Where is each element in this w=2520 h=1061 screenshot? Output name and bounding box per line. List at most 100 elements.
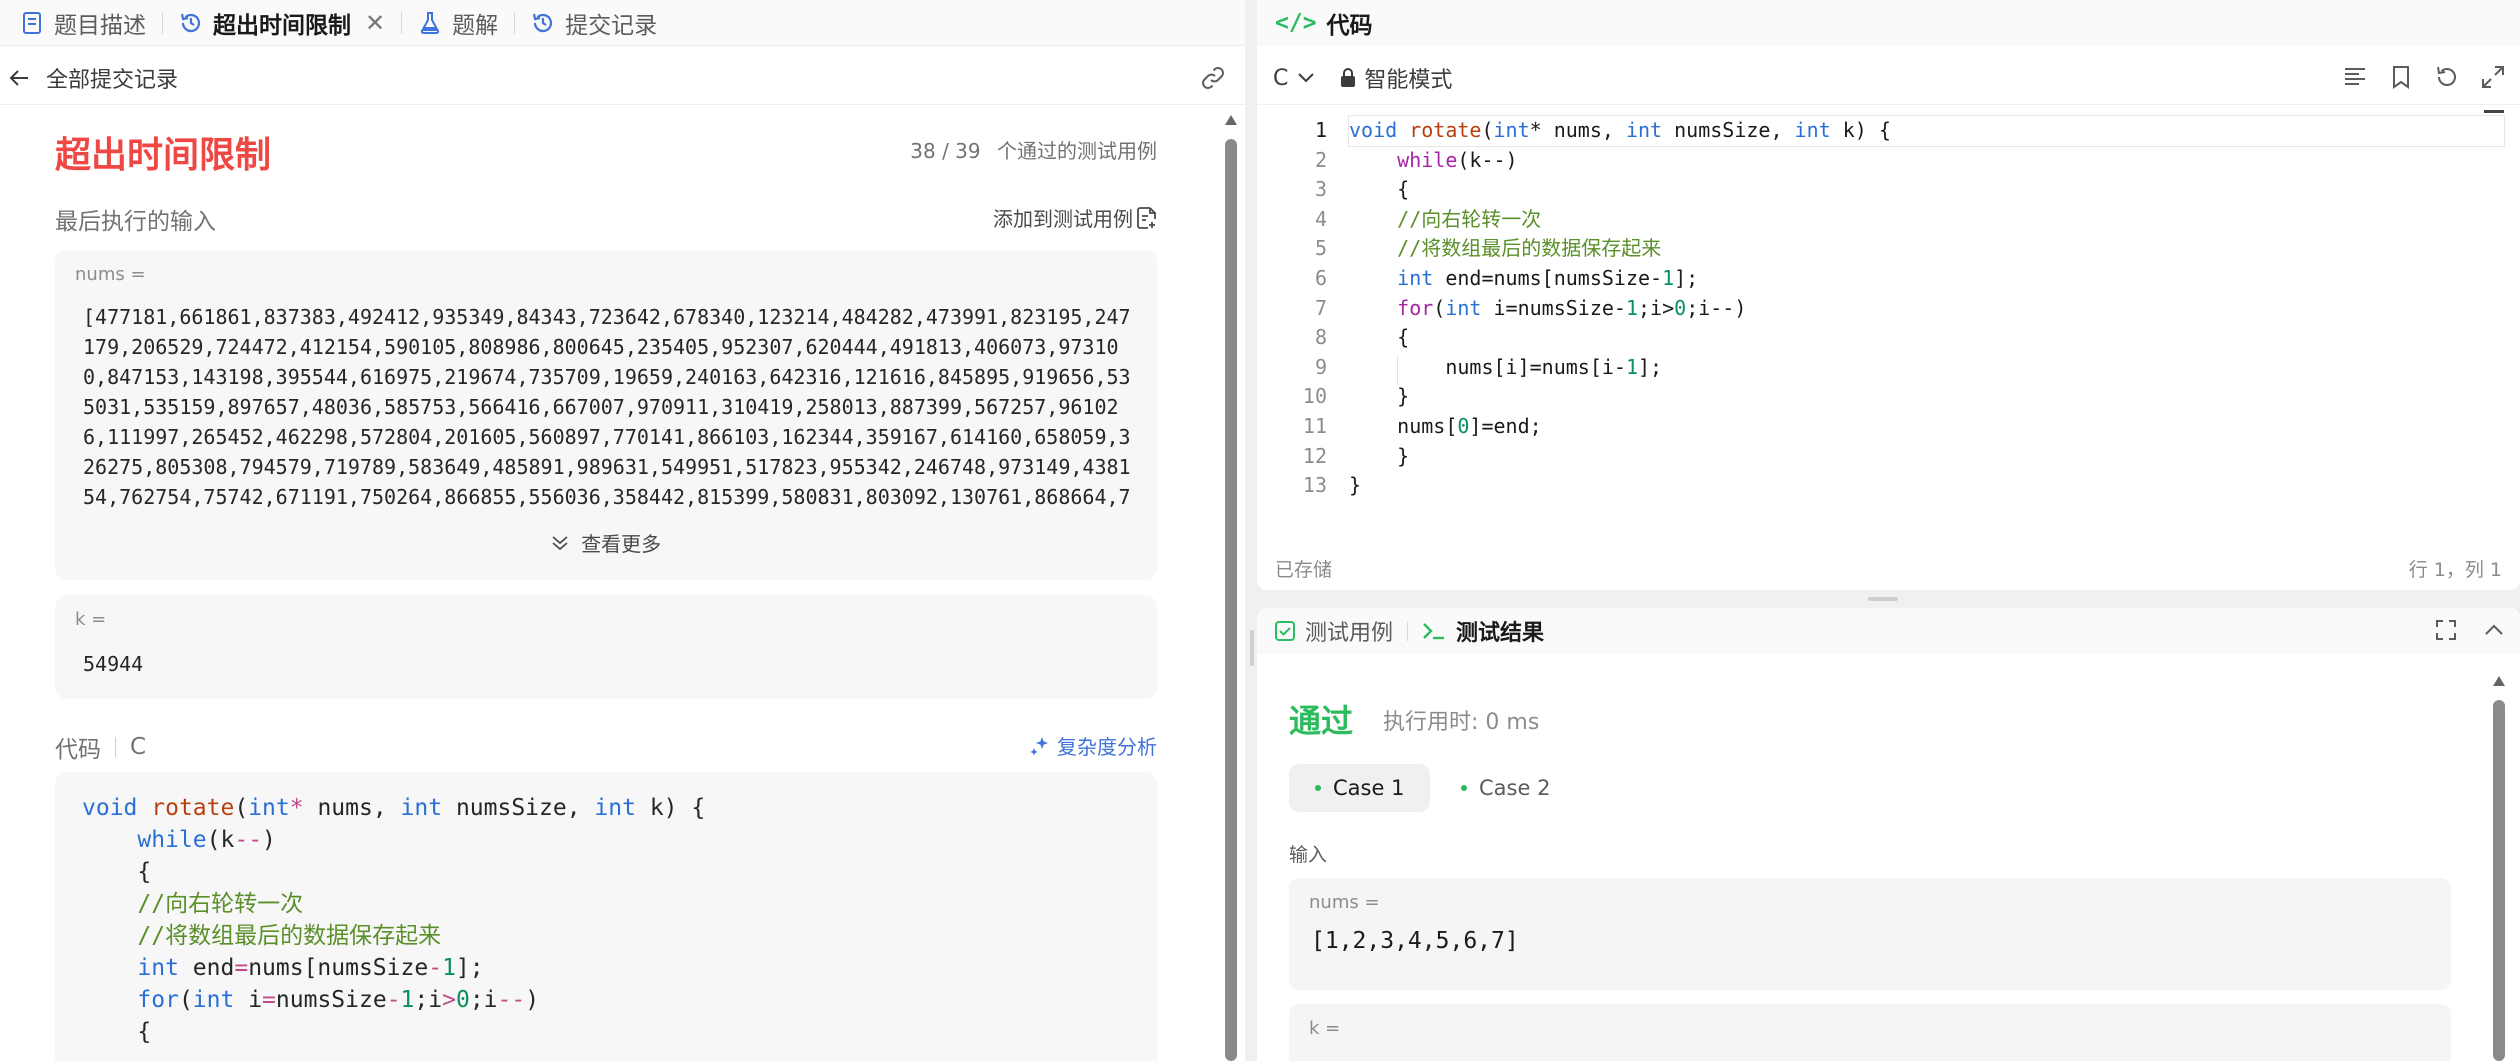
add-to-testcase-button[interactable]: 添加到测试用例 [993, 203, 1157, 232]
breadcrumb: 全部提交记录 [0, 56, 1245, 100]
scroll-up-arrow[interactable] [1225, 115, 1237, 125]
case-tab-1[interactable]: Case 1 [1289, 764, 1431, 812]
nums-var-label: nums = [75, 264, 146, 285]
reset-icon[interactable] [2434, 64, 2460, 96]
complexity-analysis-button[interactable]: 复杂度分析 [1029, 731, 1157, 760]
tab-time-limit[interactable]: 超出时间限制 ✕ [169, 0, 395, 46]
fullscreen-icon[interactable] [2434, 618, 2458, 648]
minimap-marker [2484, 110, 2504, 113]
close-icon[interactable]: ✕ [365, 9, 385, 37]
code-icon: </> [1275, 10, 1317, 36]
passed-suffix: 个通过的测试用例 [997, 139, 1157, 163]
case-tab-2[interactable]: Case 2 [1435, 764, 1576, 812]
line-number: 7 [1314, 295, 1327, 320]
line-number: 2 [1314, 147, 1327, 172]
editor-toolbar: C 智能模式 [1257, 56, 2520, 100]
passed-testcases: 38 / 39 个通过的测试用例 [910, 135, 1157, 164]
cursor-position: 行 1，列 1 [2408, 559, 2502, 581]
tab-testcase[interactable]: 测试用例 [1275, 615, 1393, 647]
all-submissions-link[interactable]: 全部提交记录 [46, 62, 178, 94]
scrollbar-thumb[interactable] [1225, 139, 1237, 1061]
result-verdict: 通过 [1289, 702, 1354, 740]
show-more-button[interactable]: 查看更多 [55, 528, 1157, 557]
submission-status: 超出时间限制 [55, 135, 272, 176]
sparkle-icon [1029, 735, 1051, 757]
code-section-label: 代码 C [55, 730, 146, 764]
language-label: C [1273, 65, 1289, 91]
expand-icon[interactable] [2480, 64, 2506, 96]
tab-solutions[interactable]: 题解 [408, 0, 508, 46]
scroll-up-arrow[interactable] [2493, 676, 2505, 686]
editor-header: </> 代码 [1257, 0, 2520, 46]
horizontal-resize-handle[interactable] [1868, 597, 1898, 601]
tab-label: 题解 [452, 12, 499, 39]
smart-mode-toggle[interactable]: 智能模式 [1340, 62, 1452, 94]
code-editor-text[interactable]: void rotate(int* nums, int numsSize, int… [1348, 115, 2505, 501]
scrollbar[interactable] [1225, 115, 1237, 1061]
editor-actions [2342, 64, 2506, 96]
line-number: 5 [1314, 236, 1327, 261]
submission-panel: 题目描述 超出时间限制 ✕ 题解 提交记录 全部提交记录 超出时间限制 38 /… [0, 0, 1245, 1061]
language-select[interactable]: C [1273, 65, 1315, 91]
bookmark-icon[interactable] [2388, 64, 2414, 96]
code-line: //向右轮转一次 [1397, 206, 1542, 231]
flask-icon [418, 11, 442, 35]
nums-value: [477181,661861,837383,492412,935349,8434… [83, 305, 1131, 509]
code-line: nums[0]=end; [1349, 413, 1542, 438]
tab-label: 测试用例 [1305, 621, 1394, 646]
tab-description[interactable]: 题目描述 [10, 0, 156, 46]
input-label: 输入 [1289, 844, 1328, 866]
pass-dot [1461, 785, 1467, 791]
code-line: while(k--) [137, 827, 276, 853]
code-line: //向右轮转一次 [137, 891, 304, 917]
editor-title: 代码 [1326, 13, 1373, 39]
vertical-resize-handle[interactable] [1250, 630, 1254, 666]
line-number: 9 [1314, 354, 1327, 379]
tab-test-result[interactable]: 测试结果 [1422, 615, 1544, 647]
code-label: 代码 [55, 737, 101, 763]
tab-divider [401, 11, 403, 34]
code-editor-panel: </> 代码 C 智能模式 1 2 3 4 5 6 7 8 9 10 11 12… [1257, 0, 2520, 590]
divider [1257, 104, 2520, 105]
add-file-icon [1137, 206, 1157, 229]
format-icon[interactable] [2342, 64, 2368, 96]
link-icon[interactable] [1199, 64, 1227, 98]
arrow-left-icon[interactable] [8, 67, 30, 89]
code-line: { [82, 859, 152, 885]
save-status: 已存储 [1275, 559, 1333, 581]
submitted-code-block: void rotate(int* nums, int numsSize, int… [55, 772, 1157, 1061]
line-number: 1 [1314, 118, 1327, 142]
complexity-label: 复杂度分析 [1057, 735, 1157, 759]
chevron-up-icon[interactable] [2482, 618, 2506, 648]
k-var-label: k = [75, 609, 107, 630]
last-input-label: 最后执行的输入 [55, 209, 216, 235]
code-line: } [1349, 443, 1410, 468]
nums-input-card: nums = [477181,661861,837383,492412,9353… [55, 250, 1157, 580]
tab-submissions[interactable]: 提交记录 [521, 0, 667, 46]
chevrons-down-icon [551, 532, 569, 556]
results-header: 测试用例 测试结果 [1257, 608, 2520, 654]
line-number: 3 [1314, 177, 1327, 202]
line-number: 13 [1302, 473, 1327, 498]
code-line: void rotate(int* nums, int numsSize, int… [82, 795, 706, 821]
result-nums-card: nums = [1,2,3,4,5,6,7] [1289, 878, 2451, 990]
scrollbar-thumb[interactable] [2493, 700, 2505, 1061]
divider [0, 104, 1245, 105]
chevron-down-icon [1298, 73, 1315, 83]
code-line: } [1349, 384, 1410, 409]
k-input-card: k = 54944 [55, 595, 1157, 699]
code-line: { [1349, 325, 1410, 350]
case-label: Case 2 [1479, 776, 1551, 800]
scrollbar[interactable] [2493, 676, 2505, 1061]
tab-label: 测试结果 [1456, 621, 1545, 646]
checkbox-icon [1275, 621, 1295, 641]
runtime-label: 执行用时: 0 ms [1383, 710, 1540, 735]
nums-value: [1,2,3,4,5,6,7] [1311, 928, 1519, 954]
tab-label: 题目描述 [54, 12, 146, 39]
history-icon [179, 11, 203, 35]
k-var-label: k = [1309, 1018, 1341, 1039]
divider [115, 737, 116, 757]
code-line: //将数组最后的数据保存起来 [137, 923, 442, 949]
code-language: C [130, 734, 147, 760]
line-number: 11 [1302, 413, 1327, 438]
